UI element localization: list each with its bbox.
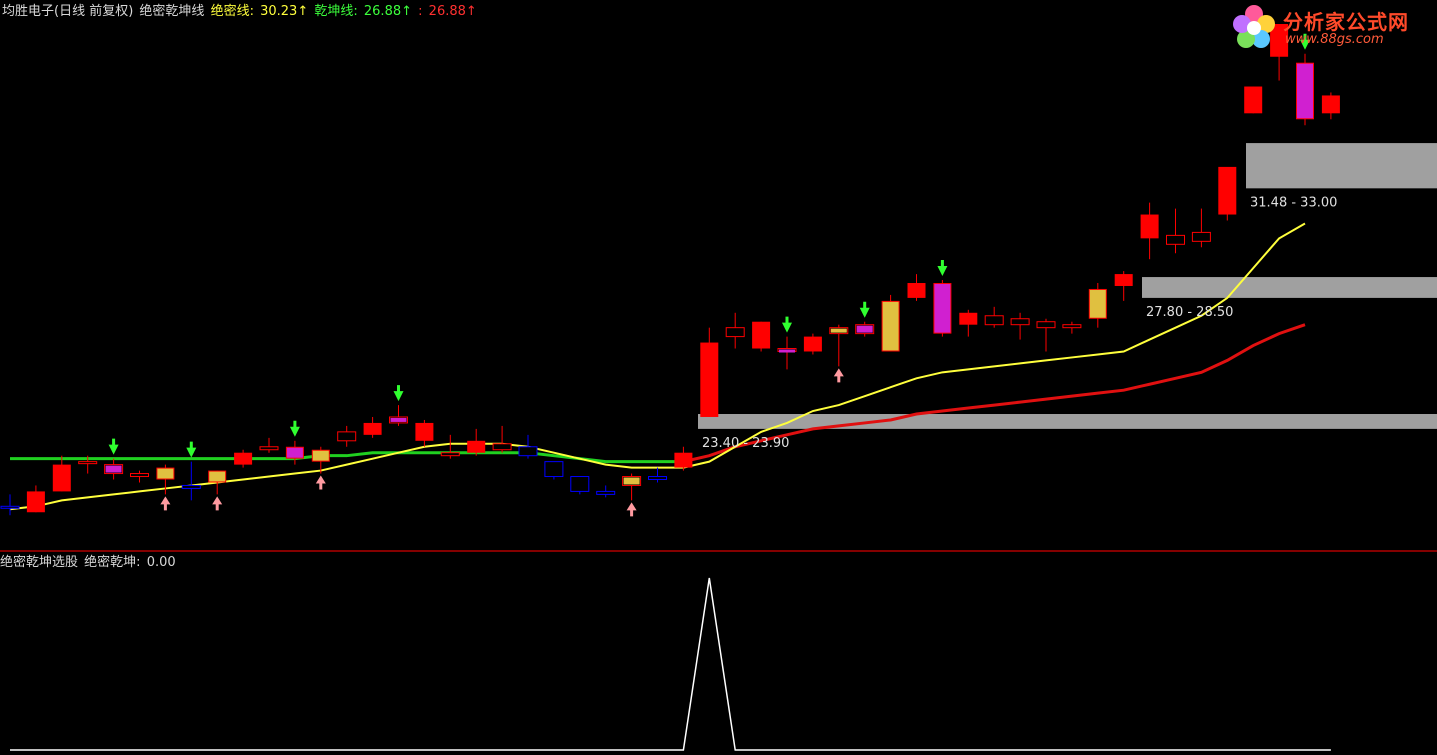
candle-highlight xyxy=(779,349,795,353)
candle-body xyxy=(492,443,512,451)
candle-body xyxy=(26,491,45,513)
candle-body xyxy=(259,446,279,451)
candle-body xyxy=(130,473,149,478)
candle-highlight xyxy=(157,468,174,479)
candle-body xyxy=(544,461,564,478)
qian-kun-label: 乾坤线: xyxy=(314,4,358,19)
candle-21 xyxy=(544,461,564,480)
candle-body xyxy=(725,327,745,338)
candle-highlight xyxy=(209,471,226,482)
candle-body xyxy=(467,440,486,453)
candle-body xyxy=(440,452,460,457)
candle-highlight xyxy=(623,477,640,485)
price-zone-3 xyxy=(1246,143,1437,189)
indicator-name: 绝密乾坤线 xyxy=(139,4,205,19)
candle-48 xyxy=(1244,86,1263,114)
candle-31 xyxy=(803,333,822,355)
candle-body xyxy=(0,505,20,509)
candle-body xyxy=(674,452,693,468)
candle-body xyxy=(52,464,71,492)
candle-body xyxy=(700,342,719,417)
extra-value: 26.88↑ xyxy=(428,4,477,19)
jue-mi-value: 30.23↑ xyxy=(260,4,309,19)
qian-kun-value: 26.88↑ xyxy=(363,4,412,19)
candle-22 xyxy=(570,476,590,495)
candle-body xyxy=(907,283,926,298)
candle-body xyxy=(1062,324,1082,329)
candle-body xyxy=(337,431,357,442)
candle-body xyxy=(752,321,771,349)
site-logo: 分析家公式网 www.88gs.com xyxy=(1229,2,1429,52)
candle-highlight xyxy=(1089,289,1106,318)
candle-34 xyxy=(881,294,900,352)
price-zone-2 xyxy=(1142,277,1437,298)
candle-highlight xyxy=(286,447,303,458)
stock-title: 均胜电子(日线 前复权) xyxy=(2,4,134,19)
candle-body xyxy=(181,484,201,489)
main-chart-header: 均胜电子(日线 前复权) 绝密乾坤线 绝密线: 30.23↑ 乾坤线: 26.8… xyxy=(2,4,479,20)
candle-body xyxy=(803,336,822,352)
candle-29 xyxy=(752,321,771,352)
candle-47 xyxy=(1218,166,1237,221)
candle-body xyxy=(78,461,98,465)
candle-body xyxy=(1218,166,1237,215)
candle-body xyxy=(1244,86,1263,114)
price-zone-1 xyxy=(698,414,1437,429)
extra-label: : xyxy=(418,4,423,19)
zone-label-1: 23.40 - 23.90 xyxy=(702,436,789,451)
sub-panel-title: 绝密乾坤选股 xyxy=(0,555,79,570)
candle-body xyxy=(1010,318,1030,326)
candle-highlight xyxy=(830,328,847,333)
candle-body xyxy=(1140,214,1159,239)
candle-body xyxy=(648,476,667,481)
flower-logo-icon xyxy=(1233,5,1275,48)
sub-value: 0.00 xyxy=(146,555,176,570)
candle-body xyxy=(234,452,253,465)
candle-highlight xyxy=(312,450,329,461)
candle-36 xyxy=(933,280,952,337)
logo-brand-text: 分析家公式网 xyxy=(1283,10,1409,34)
zone-label-3: 31.48 - 33.00 xyxy=(1250,195,1337,210)
candle-body xyxy=(959,312,978,325)
candle-highlight xyxy=(390,417,407,422)
candle-body xyxy=(984,315,1004,326)
sub-panel-header: 绝密乾坤选股 绝密乾坤: 0.00 xyxy=(0,555,178,571)
candle-highlight xyxy=(105,465,122,473)
candle-highlight xyxy=(1297,63,1313,119)
candle-50 xyxy=(1296,53,1314,126)
candle-body xyxy=(1191,231,1211,242)
sub-value-label: 绝密乾坤: xyxy=(84,555,141,570)
candle-body xyxy=(596,490,616,495)
candle-body xyxy=(415,422,434,441)
candle-body xyxy=(1036,321,1056,329)
candle-highlight xyxy=(934,284,951,333)
logo-url-text: www.88gs.com xyxy=(1285,32,1384,47)
candle-body xyxy=(1321,95,1340,114)
jue-mi-label: 绝密线: xyxy=(210,4,254,19)
zone-label-2: 27.80 - 28.50 xyxy=(1146,305,1233,320)
candle-body xyxy=(1166,234,1185,245)
candle-body xyxy=(570,476,590,492)
candle-body xyxy=(363,422,382,435)
chart-canvas: 23.40 - 23.90 27.80 - 28.50 31.48 - 33.00 xyxy=(0,0,1437,755)
candle-highlight xyxy=(856,325,873,333)
candle-body xyxy=(518,446,538,457)
candle-body xyxy=(1114,274,1133,286)
candle-highlight xyxy=(882,301,899,351)
